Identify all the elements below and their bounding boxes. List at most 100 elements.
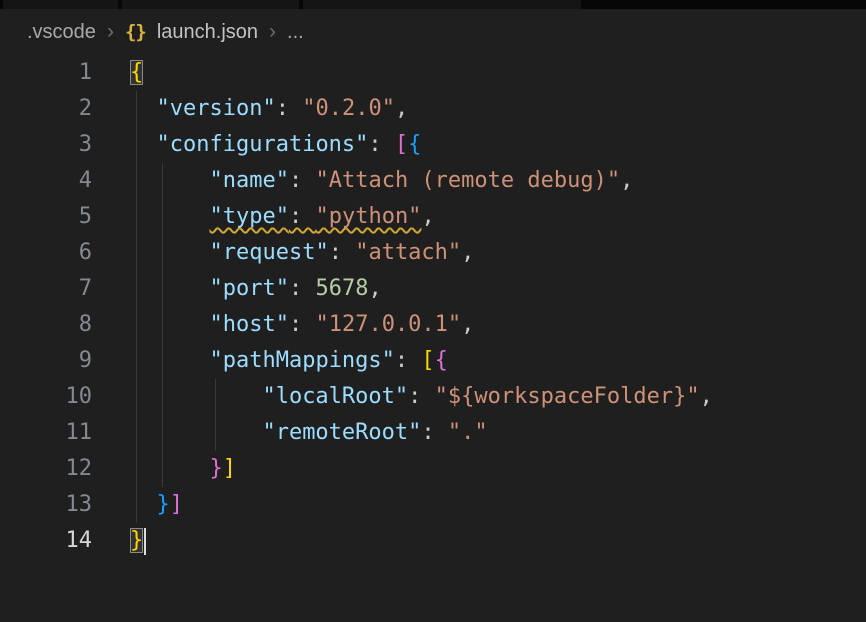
code-token: "127.0.0.1" (315, 312, 461, 337)
code-token: "${workspaceFolder}" (435, 384, 700, 409)
line-number[interactable]: 7 (0, 271, 92, 307)
code-token (130, 492, 157, 517)
code-token: , (461, 312, 474, 337)
code-token: [ (395, 132, 408, 157)
code-token: , (368, 276, 381, 301)
code-line[interactable]: 4 "name": "Attach (remote debug)", (0, 163, 866, 199)
code-token (130, 384, 262, 409)
code-line[interactable]: 3 "configurations": [{ (0, 127, 866, 163)
code-token: { (435, 348, 448, 373)
tab-strip-segment (122, 0, 299, 9)
line-number[interactable]: 10 (0, 379, 92, 415)
code-token: , (395, 96, 408, 121)
json-file-icon: {} (125, 21, 146, 43)
code-token: "name" (209, 168, 288, 193)
line-number[interactable]: 9 (0, 343, 92, 379)
code-token: } (130, 528, 143, 553)
code-line[interactable]: 6 "request": "attach", (0, 235, 866, 271)
code-token (130, 168, 209, 193)
code-line[interactable]: 5 "type": "python", (0, 199, 866, 235)
line-content: "request": "attach", (92, 235, 474, 271)
code-token: "port" (209, 276, 288, 301)
code-token (130, 96, 157, 121)
code-token: "." (448, 420, 488, 445)
line-number[interactable]: 8 (0, 307, 92, 343)
code-token: "attach" (355, 240, 461, 265)
line-number[interactable]: 2 (0, 91, 92, 127)
tab-strip-segment (3, 0, 118, 9)
line-number[interactable]: 6 (0, 235, 92, 271)
code-token: : (289, 168, 316, 193)
code-token (130, 204, 209, 229)
code-token (130, 276, 209, 301)
code-token: ] (223, 456, 236, 481)
code-token: 5678 (315, 276, 368, 301)
text-cursor (144, 528, 146, 555)
breadcrumb-folder[interactable]: .vscode (27, 21, 96, 44)
breadcrumb-symbol-ellipsis[interactable]: ... (287, 21, 304, 44)
code-line[interactable]: 7 "port": 5678, (0, 271, 866, 307)
code-token (130, 312, 209, 337)
code-token: "python" (315, 204, 421, 229)
code-token: : (408, 384, 435, 409)
code-token: : (289, 276, 316, 301)
code-token: { (408, 132, 421, 157)
line-content: "localRoot": "${workspaceFolder}", (92, 379, 713, 415)
code-token: , (620, 168, 633, 193)
code-token: } (157, 492, 170, 517)
code-token: : (368, 132, 395, 157)
code-line[interactable]: 2 "version": "0.2.0", (0, 91, 866, 127)
code-line[interactable]: 1{ (0, 55, 866, 91)
code-token: "type" (209, 204, 288, 229)
code-line[interactable]: 12 }] (0, 451, 866, 487)
code-token: "host" (209, 312, 288, 337)
line-number[interactable]: 3 (0, 127, 92, 163)
line-content: }] (92, 451, 236, 487)
line-content: "name": "Attach (remote debug)", (92, 163, 633, 199)
code-token: ] (170, 492, 183, 517)
code-line[interactable]: 13 }] (0, 487, 866, 523)
tab-strip-segment (303, 0, 581, 9)
code-token: : (276, 96, 303, 121)
line-content: }] (92, 487, 183, 523)
line-content: "remoteRoot": "." (92, 415, 488, 451)
line-number[interactable]: 13 (0, 487, 92, 523)
code-token (130, 132, 157, 157)
code-token: , (461, 240, 474, 265)
code-line[interactable]: 9 "pathMappings": [{ (0, 343, 866, 379)
tab-bar (0, 0, 866, 9)
code-token: : (421, 420, 448, 445)
line-number[interactable]: 5 (0, 199, 92, 235)
code-token: : (395, 348, 422, 373)
code-token: { (130, 60, 143, 85)
code-token: : (289, 312, 316, 337)
line-content: "port": 5678, (92, 271, 382, 307)
code-line[interactable]: 14} (0, 523, 866, 559)
line-content: } (92, 523, 146, 559)
line-content: { (92, 55, 143, 91)
code-editor[interactable]: 1{2 "version": "0.2.0",3 "configurations… (0, 55, 866, 559)
line-content: "pathMappings": [{ (92, 343, 448, 379)
breadcrumb-file[interactable]: launch.json (157, 21, 258, 44)
code-token: : (329, 240, 356, 265)
code-token: "version" (157, 96, 276, 121)
code-token: "pathMappings" (209, 348, 394, 373)
chevron-right-icon: › (107, 21, 114, 42)
line-number[interactable]: 11 (0, 415, 92, 451)
code-line[interactable]: 10 "localRoot": "${workspaceFolder}", (0, 379, 866, 415)
code-line[interactable]: 8 "host": "127.0.0.1", (0, 307, 866, 343)
code-token: "remoteRoot" (262, 420, 421, 445)
code-line[interactable]: 11 "remoteRoot": "." (0, 415, 866, 451)
line-number[interactable]: 14 (0, 523, 92, 559)
line-content: "host": "127.0.0.1", (92, 307, 474, 343)
line-content: "configurations": [{ (92, 127, 421, 163)
code-token (130, 420, 262, 445)
code-token: "request" (209, 240, 328, 265)
line-number[interactable]: 1 (0, 55, 92, 91)
code-token: , (700, 384, 713, 409)
code-token: "configurations" (157, 132, 369, 157)
code-token: , (421, 204, 434, 229)
code-token: : (289, 204, 316, 229)
line-number[interactable]: 4 (0, 163, 92, 199)
line-number[interactable]: 12 (0, 451, 92, 487)
